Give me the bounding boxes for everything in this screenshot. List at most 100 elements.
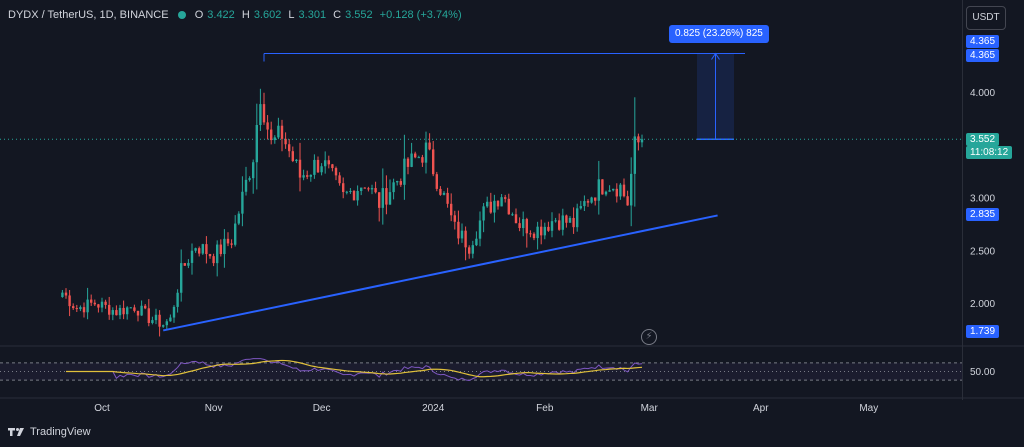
candle-body [554, 220, 557, 222]
tradingview-logo[interactable]: TradingView [8, 426, 91, 438]
candle-body [136, 310, 140, 316]
chart-canvas[interactable]: 4.000 3.000 2.500 2.000 Oct Nov Dec 2024 Feb Mar A… [0, 0, 1024, 447]
candle-body [72, 306, 75, 309]
candle-body [64, 292, 68, 296]
candle-body [356, 190, 359, 201]
candle-body [579, 206, 582, 209]
candle-body [507, 198, 510, 215]
currency-button[interactable]: USDT [966, 6, 1006, 30]
top-price-badge-2: 4.365 [966, 49, 1000, 62]
candle-body [630, 173, 633, 206]
candle-body [61, 292, 64, 298]
candle-body [396, 181, 399, 183]
candle-body [442, 192, 446, 195]
candle-body [68, 295, 71, 307]
candle-body [597, 179, 600, 201]
candle-body [165, 321, 168, 326]
candle-body [363, 187, 366, 189]
candle-body [550, 221, 554, 231]
candle-body [108, 304, 111, 315]
candle-body [133, 307, 136, 311]
high-label: H [241, 9, 250, 21]
candle-body [453, 215, 456, 222]
candle-body [385, 188, 388, 205]
y-tick-label: 2.000 [970, 299, 995, 310]
candle-body [583, 201, 586, 207]
candle-body [244, 179, 248, 192]
candle-body [604, 191, 608, 195]
candle-body [619, 184, 622, 197]
candle-body [230, 243, 233, 245]
candle-body [457, 221, 460, 239]
candle-body [187, 262, 190, 266]
candle-body [82, 307, 86, 313]
candle-body [309, 174, 312, 177]
candle-body [97, 304, 100, 308]
candle-body [381, 188, 384, 208]
x-tick-label: Feb [536, 403, 554, 414]
candle-body [219, 244, 222, 255]
candle-body [558, 220, 561, 230]
candle-body [205, 244, 208, 255]
candle-body [576, 208, 579, 228]
low-value: 3.301 [298, 9, 327, 21]
candle-body [367, 188, 370, 190]
candle-body [370, 188, 374, 190]
candle-body [331, 164, 334, 169]
symbol-title[interactable]: DYDX / TetherUS, 1D, BINANCE [8, 9, 169, 21]
candle-body [529, 233, 532, 235]
candle-body [489, 201, 492, 213]
candle-body [522, 219, 525, 229]
ascending-trendline [162, 214, 718, 332]
candle-body [259, 104, 262, 126]
candle-body [345, 191, 348, 193]
candle-body [439, 188, 442, 195]
candle-body [572, 217, 575, 228]
candle-body [111, 310, 114, 315]
candle-body [194, 248, 197, 251]
candle-body [417, 157, 420, 159]
candle-body [172, 306, 176, 318]
candle-body [86, 299, 89, 313]
candle-body [79, 307, 82, 310]
candle-body [270, 129, 273, 141]
candle-body [295, 159, 298, 162]
candle-body [468, 247, 471, 254]
last-price-badge: 3.552 [966, 133, 1000, 146]
candle-body [536, 226, 539, 239]
candle-body [122, 307, 125, 315]
candle-body [223, 238, 226, 255]
candle-body [446, 192, 449, 204]
candle-body [147, 308, 150, 323]
candle-body [158, 314, 161, 327]
candle-body [378, 192, 381, 208]
candle-body [464, 230, 467, 248]
candle-body [622, 184, 626, 197]
candle-body [590, 197, 593, 203]
candle-body [324, 160, 327, 167]
symbol-header: DYDX / TetherUS, 1D, BINANCE O 3.422 H 3.6… [8, 9, 466, 21]
lightning-icon[interactable]: ⚡ [641, 329, 657, 345]
candle-body [460, 230, 464, 239]
candle-body [450, 203, 453, 216]
candle-body [342, 183, 345, 193]
candle-body [586, 201, 590, 203]
candle-body [93, 302, 96, 305]
candle-body [313, 159, 316, 175]
candle-body [280, 125, 284, 139]
candle-body [262, 104, 266, 123]
tradingview-logo-icon [8, 428, 24, 436]
candle-body [511, 214, 514, 216]
candle-body [504, 197, 507, 199]
candle-body [565, 215, 568, 223]
candle-body [421, 157, 424, 163]
candle-body [100, 301, 104, 308]
low-label: L [288, 9, 295, 21]
price-axis-separator [962, 0, 963, 400]
candle-body [493, 200, 496, 213]
candle-body [234, 223, 237, 245]
candle-body [288, 144, 291, 152]
x-tick-label: Nov [205, 403, 223, 414]
candle-body [637, 136, 640, 143]
measure-label[interactable]: 0.825 (23.26%) 825 [669, 25, 769, 43]
